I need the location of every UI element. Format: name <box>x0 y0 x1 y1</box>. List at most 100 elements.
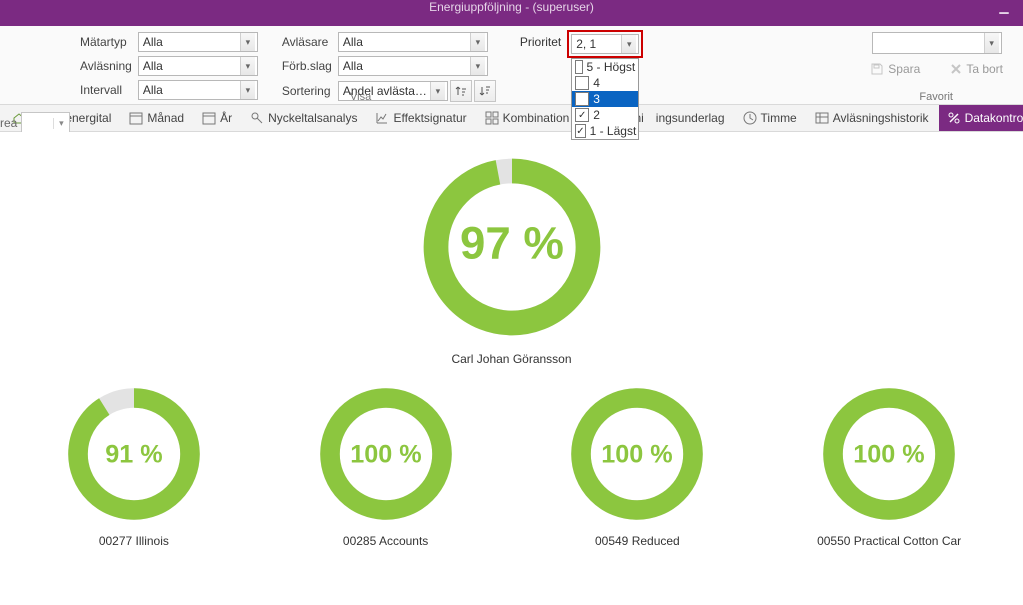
sort-asc-button[interactable] <box>450 80 472 102</box>
prioritet-option[interactable]: 4 <box>572 75 638 91</box>
chart-icon <box>375 111 389 125</box>
chevron-down-icon <box>470 33 485 51</box>
frag-label: rea <box>0 116 19 130</box>
forbslag-label: Förb.slag <box>282 59 332 73</box>
tabs-bar: Primärenergital Månad År Nyckeltalsanaly… <box>0 105 1023 132</box>
avlasning-value: Alla <box>143 59 163 73</box>
avlasning-label: Avläsning <box>80 59 132 73</box>
frag-select[interactable] <box>21 112 70 134</box>
donut-row: 91 % 00277 Illinois 100 % 00285 Accounts… <box>8 384 1015 548</box>
donut-big-wrap: 97 % Carl Johan Göransson <box>8 152 1015 366</box>
tab-label: Månad <box>147 111 184 125</box>
section-visa: Visa <box>350 91 371 103</box>
spara-label: Spara <box>888 62 920 76</box>
grid-icon <box>485 111 499 125</box>
opt-text: 1 - Lägst <box>590 124 637 138</box>
prioritet-label: Prioritet <box>520 35 561 49</box>
intervall-value: Alla <box>143 83 163 97</box>
donut-label: 00549 Reduced <box>595 534 680 548</box>
tab-manad[interactable]: Månad <box>121 105 192 131</box>
prioritet-option[interactable]: 3 <box>572 91 638 107</box>
tabort-label: Ta bort <box>966 62 1003 76</box>
filter-col-3: Prioritet 2, 1 5 - Högst 4 3 2 1 - Lägst <box>520 32 643 58</box>
titlebar: Energiuppföljning - (superuser) ▁ <box>0 0 1023 26</box>
donut-cell: 100 % 00550 Practical Cotton Car <box>768 384 1010 548</box>
window-controls: ▁ <box>993 0 1015 14</box>
sort-asc-icon <box>455 85 467 97</box>
tab-avlasningshistorik[interactable]: Avläsningshistorik <box>807 105 937 131</box>
window-title: Energiuppföljning - (superuser) <box>429 0 594 14</box>
opt-text: 4 <box>593 76 600 90</box>
checkbox-icon <box>575 60 582 74</box>
opt-text: 2 <box>593 108 600 122</box>
tab-label: Avläsningshistorik <box>833 111 929 125</box>
donut-pct-text: 100 % <box>350 440 421 468</box>
spara-button[interactable]: Spara <box>866 60 924 78</box>
intervall-label: Intervall <box>80 83 132 97</box>
tab-label: Effektsignatur <box>393 111 466 125</box>
minimize-icon[interactable]: ▁ <box>993 0 1015 14</box>
donut-label: 00277 Illinois <box>99 534 169 548</box>
avlasare-label: Avläsare <box>282 35 332 49</box>
chevron-down-icon <box>240 81 255 99</box>
prioritet-select[interactable]: 2, 1 <box>571 34 639 54</box>
prioritet-option[interactable]: 1 - Lägst <box>572 123 638 139</box>
donut-label: 00550 Practical Cotton Car <box>817 534 961 548</box>
chevron-down-icon <box>621 35 636 53</box>
chevron-down-icon <box>430 82 445 100</box>
checkbox-icon <box>575 124 585 138</box>
checkbox-icon <box>575 76 589 90</box>
donut-chart: 97 % <box>417 152 607 342</box>
matartyp-label: Mätartyp <box>80 35 132 49</box>
tab-nyckeltalsanalys[interactable]: Nyckeltalsanalys <box>242 105 365 131</box>
tab-timme[interactable]: Timme <box>735 105 805 131</box>
intervall-select[interactable]: Alla <box>138 80 258 100</box>
avlasning-select[interactable]: Alla <box>138 56 258 76</box>
prioritet-value: 2, 1 <box>576 37 596 51</box>
opt-text: 5 - Högst <box>587 60 636 74</box>
donut-cell: 100 % 00549 Reduced <box>517 384 759 548</box>
tabort-button[interactable]: Ta bort <box>946 60 1007 78</box>
sortering-label: Sortering <box>282 84 332 98</box>
matartyp-value: Alla <box>143 35 163 49</box>
left-fragment: rea j <box>0 112 70 134</box>
tab-label: ingsunderlag <box>656 111 725 125</box>
sort-desc-button[interactable] <box>474 80 496 102</box>
checkbox-icon <box>575 108 589 122</box>
donut-cell: 100 % 00285 Accounts <box>265 384 507 548</box>
table-icon <box>815 111 829 125</box>
opt-text: 3 <box>593 92 600 106</box>
prioritet-highlight: 2, 1 5 - Högst 4 3 2 1 - Lägst <box>567 30 643 58</box>
tab-label: År <box>220 111 232 125</box>
key-icon <box>250 111 264 125</box>
tab-ar[interactable]: År <box>194 105 240 131</box>
prioritet-option[interactable]: 2 <box>572 107 638 123</box>
chevron-down-icon <box>240 33 255 51</box>
forbslag-value: Alla <box>343 59 363 73</box>
sort-desc-icon <box>479 85 491 97</box>
tab-datakontroll[interactable]: Datakontroll <box>939 105 1023 131</box>
favorit-select[interactable] <box>872 32 1002 54</box>
prioritet-dropdown-panel: 5 - Högst 4 3 2 1 - Lägst <box>571 58 639 140</box>
matartyp-select[interactable]: Alla <box>138 32 258 52</box>
donut-pct-text: 100 % <box>853 440 924 468</box>
donut-chart: 100 % <box>567 384 707 524</box>
tab-label: Kombination <box>503 111 570 125</box>
tab-avlasningsunderlag-right[interactable]: ingsunderlag <box>656 105 733 131</box>
calendar-icon <box>202 111 216 125</box>
ribbon: rea j Mätartyp Alla Avläsning Alla Inter… <box>0 26 1023 105</box>
favorit-group: Spara Ta bort <box>866 32 1007 78</box>
clock-icon <box>743 111 757 125</box>
tab-effektsignatur[interactable]: Effektsignatur <box>367 105 474 131</box>
prioritet-option[interactable]: 5 - Högst <box>572 59 638 75</box>
donut-chart: 91 % <box>64 384 204 524</box>
chevron-down-icon <box>240 57 255 75</box>
calendar-icon <box>129 111 143 125</box>
donut-label: Carl Johan Göransson <box>451 352 571 366</box>
donut-chart: 100 % <box>819 384 959 524</box>
chevron-down-icon <box>470 57 485 75</box>
close-icon <box>950 63 962 75</box>
avlasare-select[interactable]: Alla <box>338 32 488 52</box>
tab-kombination[interactable]: Kombination <box>477 105 578 131</box>
forbslag-select[interactable]: Alla <box>338 56 488 76</box>
